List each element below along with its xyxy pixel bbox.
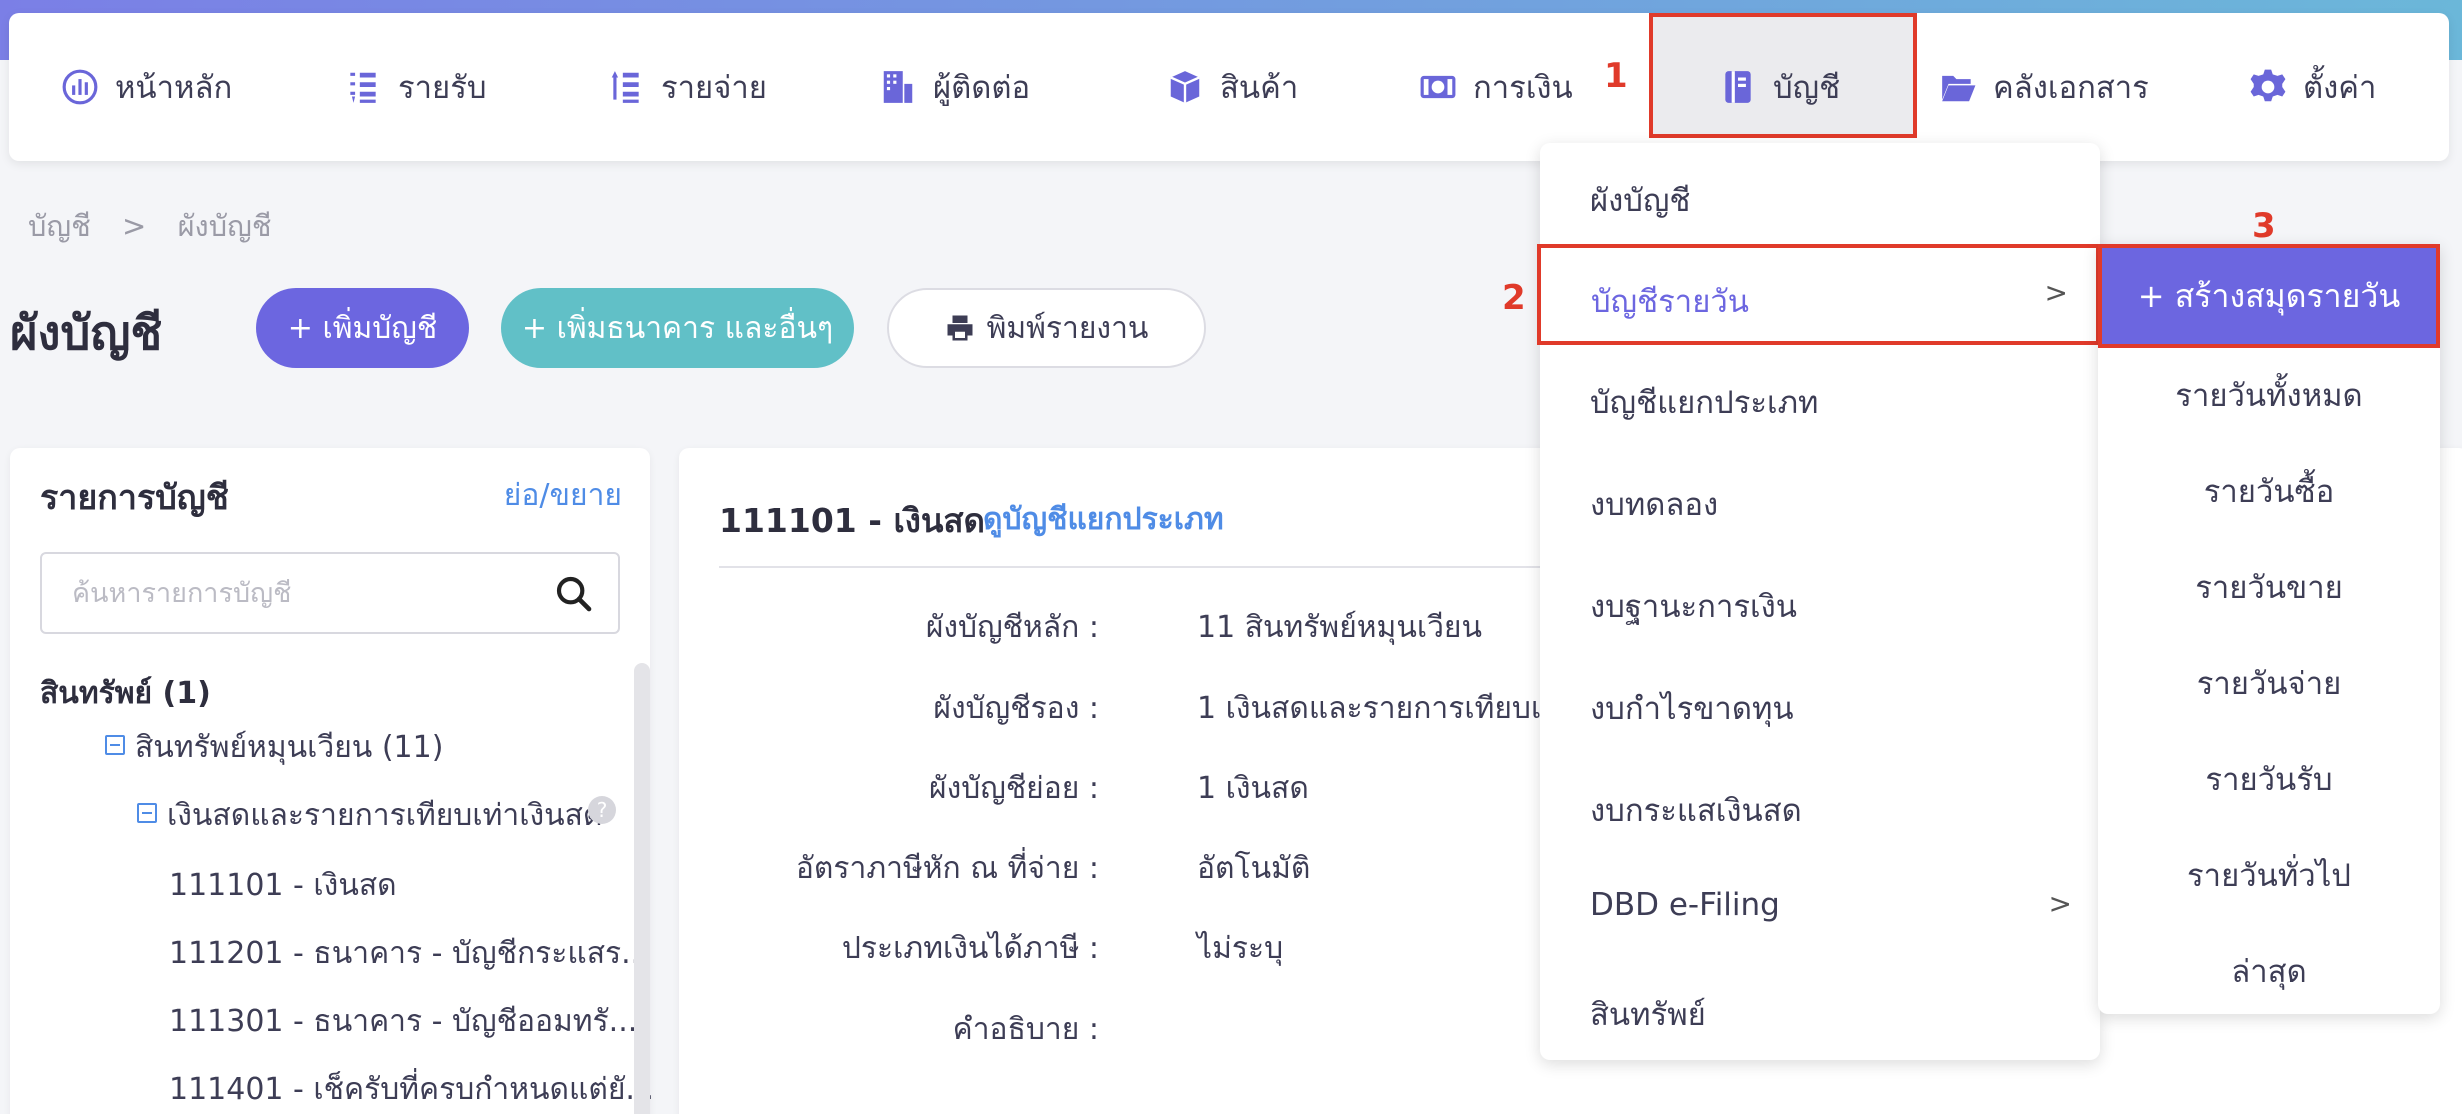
view-ledger-link[interactable]: ดูบัญชีแยกประเภท xyxy=(983,496,1224,543)
chevron-right-icon: > xyxy=(2048,887,2072,920)
submenu-item-purchase-journal[interactable]: รายวันซื้อ xyxy=(2098,466,2440,516)
folder-icon xyxy=(1942,75,1976,102)
detail-label: อัตราภาษีหัก ณ ที่จ่าย : xyxy=(795,851,1099,886)
menu-item-assets[interactable]: สินทรัพย์ xyxy=(1590,989,1706,1039)
nav-label-products: สินค้า xyxy=(1220,70,1299,106)
help-icon[interactable]: ? xyxy=(588,796,616,824)
collapse-icon[interactable] xyxy=(105,735,125,755)
annotation-step-3: 3 xyxy=(2252,206,2276,246)
expense-icon xyxy=(611,71,639,103)
detail-value: 1 เงินสด xyxy=(1197,771,1309,806)
annotation-step-1: 1 xyxy=(1604,56,1628,96)
detail-label: ผังบัญชีหลัก : xyxy=(925,610,1099,645)
annotation-step-2: 2 xyxy=(1502,278,1526,318)
detail-value: ไม่ระบุ xyxy=(1197,931,1284,966)
nav-item-income[interactable]: รายรับ xyxy=(344,13,487,161)
search-icon[interactable] xyxy=(554,574,594,614)
breadcrumb-separator: > xyxy=(122,209,147,243)
detail-label: คำอธิบาย : xyxy=(952,1012,1099,1047)
nav-label-income: รายรับ xyxy=(398,70,487,106)
breadcrumb-root[interactable]: บัญชี xyxy=(28,209,91,243)
nav-item-expense[interactable]: รายจ่าย xyxy=(607,13,767,161)
submenu-item-general-journal[interactable]: รายวันทั่วไป xyxy=(2098,850,2440,900)
detail-value: 11 สินทรัพย์หมุนเวียน xyxy=(1197,610,1483,645)
tree-scrollbar[interactable] xyxy=(634,663,650,1114)
breadcrumb: บัญชี > ผังบัญชี xyxy=(28,203,294,249)
detail-label: ผังบัญชีรอง : xyxy=(933,691,1099,726)
income-icon xyxy=(350,72,376,103)
print-report-label: พิมพ์รายงาน xyxy=(986,310,1149,346)
tree-account-item[interactable]: 111101 - เงินสด xyxy=(169,862,397,909)
submenu-item-all-journals[interactable]: รายวันทั้งหมด xyxy=(2098,370,2440,420)
account-search-box xyxy=(40,552,620,634)
menu-item-daily-journal[interactable]: บัญชีรายวัน > xyxy=(1537,244,2100,345)
create-journal-button[interactable]: + สร้างสมุดรายวัน xyxy=(2098,244,2440,348)
menu-item-general-ledger[interactable]: บัญชีแยกประเภท xyxy=(1590,377,1819,427)
submenu-item-payment-journal[interactable]: รายวันจ่าย xyxy=(2098,658,2440,708)
tree-account-item[interactable]: 111301 - ธนาคาร - บัญชีออมทรั... xyxy=(169,998,637,1045)
detail-value: 1 เงินสดและรายการเทียบเท่า xyxy=(1197,691,1578,726)
menu-item-trial-balance[interactable]: งบทดลอง xyxy=(1590,479,1718,529)
menu-item-dbd-efiling[interactable]: DBD e-Filing xyxy=(1590,887,1780,923)
nav-label-documents: คลังเอกสาร xyxy=(1993,70,2149,106)
collapse-expand-toggle[interactable]: ย่อ/ขยาย xyxy=(504,472,622,519)
collapse-icon[interactable] xyxy=(137,803,157,823)
daily-journal-submenu: รายวันทั้งหมด รายวันซื้อ รายวันขาย รายวั… xyxy=(2098,244,2440,1014)
money-icon xyxy=(1420,75,1456,99)
menu-item-income-statement[interactable]: งบกำไรขาดทุน xyxy=(1590,683,1794,733)
submenu-item-receipt-journal[interactable]: รายวันรับ xyxy=(2098,754,2440,804)
print-report-button[interactable]: พิมพ์รายงาน xyxy=(887,288,1206,368)
nav-item-products[interactable]: สินค้า xyxy=(1166,13,1298,161)
nav-item-contacts[interactable]: ผู้ติดต่อ xyxy=(879,13,1030,161)
tree-sub-current-assets[interactable]: สินทรัพย์หมุนเวียน (11) xyxy=(135,724,443,771)
submenu-item-latest[interactable]: ล่าสุด xyxy=(2098,946,2440,996)
page-title: ผังบัญชี xyxy=(10,306,163,361)
building-icon xyxy=(883,71,913,103)
detail-divider xyxy=(719,566,1619,568)
nav-label-finance: การเงิน xyxy=(1473,70,1573,106)
add-account-button[interactable]: + เพิ่มบัญชี xyxy=(256,288,469,368)
tree-account-item[interactable]: 111401 - เช็ครับที่ครบกำหนดแต่ยั... xyxy=(169,1066,654,1113)
nav-item-settings[interactable]: ตั้งค่า xyxy=(2249,13,2376,161)
tree-account-item[interactable]: 111201 - ธนาคาร - บัญชีกระแสร... xyxy=(169,930,650,977)
nav-item-home[interactable]: หน้าหลัก xyxy=(61,13,232,161)
menu-item-daily-journal-label: บัญชีรายวัน xyxy=(1591,284,1749,320)
submenu-item-sales-journal[interactable]: รายวันขาย xyxy=(2098,562,2440,612)
menu-item-chart-of-accounts[interactable]: ผังบัญชี xyxy=(1590,175,1690,225)
nav-label-expense: รายจ่าย xyxy=(661,70,767,106)
nav-label-home: หน้าหลัก xyxy=(115,70,233,106)
tree-cash-equivalents[interactable]: เงินสดและรายการเทียบเท่าเงินสด xyxy=(167,792,602,839)
printer-icon xyxy=(947,315,973,341)
detail-label: ประเภทเงินได้ภาษี : xyxy=(841,931,1099,966)
main-navbar: หน้าหลัก รายรับ รายจ่าย ผู้ติดต่อ สินค้า… xyxy=(9,13,2449,161)
detail-label: ผังบัญชีย่อย : xyxy=(928,771,1099,806)
detail-value: อัตโนมัติ xyxy=(1197,851,1311,886)
box-icon xyxy=(1170,71,1200,103)
account-list-title: รายการบัญชี xyxy=(40,478,229,518)
chart-icon xyxy=(62,69,98,105)
nav-label-contacts: ผู้ติดต่อ xyxy=(933,70,1031,106)
tree-group-assets[interactable]: สินทรัพย์ (1) xyxy=(40,670,211,717)
breadcrumb-current: ผังบัญชี xyxy=(177,209,272,243)
menu-item-balance-sheet[interactable]: งบฐานะการเงิน xyxy=(1590,581,1797,631)
account-detail-heading: 111101 - เงินสด xyxy=(719,501,985,540)
nav-item-documents[interactable]: คลังเอกสาร xyxy=(1939,13,2149,161)
nav-item-finance[interactable]: การเงิน xyxy=(1419,13,1573,161)
nav-label-accounting: บัญชี xyxy=(1773,70,1841,106)
chevron-right-icon: > xyxy=(2044,276,2068,309)
gear-icon xyxy=(2250,69,2286,102)
nav-item-accounting[interactable]: บัญชี xyxy=(1719,13,1840,161)
account-search-input[interactable] xyxy=(44,556,524,630)
add-bank-button[interactable]: + เพิ่มธนาคาร และอื่นๆ xyxy=(501,288,854,368)
nav-label-settings: ตั้งค่า xyxy=(2303,70,2377,106)
menu-item-cash-flow[interactable]: งบกระแสเงินสด xyxy=(1590,785,1802,835)
ledger-icon xyxy=(1725,71,1751,103)
account-list-panel: รายการบัญชี ย่อ/ขยาย สินทรัพย์ (1) สินทร… xyxy=(10,448,654,1114)
